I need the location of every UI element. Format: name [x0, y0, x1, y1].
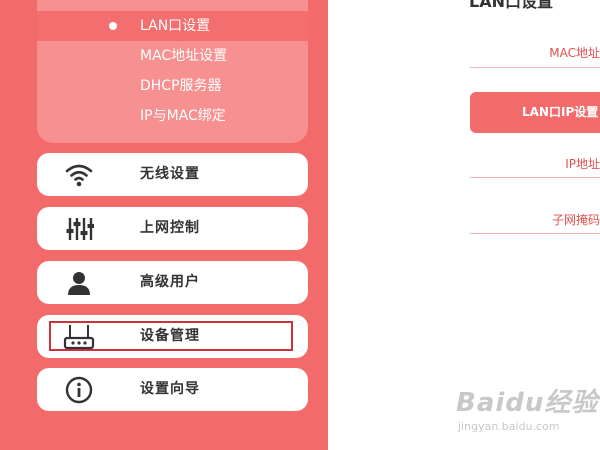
submenu-item-wan[interactable]: WAN口设置: [37, 0, 308, 10]
sidebar: WAN口设置 LAN口设置 MAC地址设置 DHCP服务器 IP与MAC绑定 无…: [0, 0, 328, 450]
sliders-icon: [63, 214, 95, 244]
submenu-item-lan[interactable]: LAN口设置: [37, 11, 308, 41]
submenu-item-label: LAN口设置: [140, 18, 211, 34]
info-icon: [63, 375, 95, 405]
router-icon: [63, 322, 95, 352]
menu-item-label: 设备管理: [140, 328, 200, 344]
baidu-watermark: Baidu经验 jingyan.baidu.com: [456, 382, 599, 433]
watermark-url: jingyan.baidu.com: [458, 420, 560, 433]
submenu-item-ip-mac-bind[interactable]: IP与MAC绑定: [37, 101, 308, 131]
mac-address-label: MAC地址: [549, 46, 600, 60]
menu-item-label: 高级用户: [140, 274, 200, 290]
divider: [470, 177, 600, 178]
menu-item-label: 无线设置: [140, 166, 200, 182]
menu-item-setup-wizard[interactable]: 设置向导: [37, 368, 308, 411]
submenu-item-dhcp[interactable]: DHCP服务器: [37, 71, 308, 101]
user-icon: [63, 268, 95, 298]
lan-ip-settings-button[interactable]: LAN口IP设置: [470, 92, 600, 133]
submenu-item-label: MAC地址设置: [140, 48, 228, 64]
menu-item-access-control[interactable]: 上网控制: [37, 207, 308, 250]
submenu-item-label: IP与MAC绑定: [140, 108, 226, 124]
submenu-item-mac[interactable]: MAC地址设置: [37, 41, 308, 71]
menu-item-wireless[interactable]: 无线设置: [37, 153, 308, 196]
submenu-network: WAN口设置 LAN口设置 MAC地址设置 DHCP服务器 IP与MAC绑定: [37, 0, 308, 143]
watermark-brand: Baidu经验: [456, 388, 599, 418]
submenu-item-label: DHCP服务器: [140, 78, 222, 94]
ip-address-label: IP地址: [565, 157, 600, 171]
lan-ip-settings-label: LAN口IP设置: [522, 105, 599, 119]
menu-item-device-management[interactable]: 设备管理: [37, 315, 308, 358]
submenu-item-label: WAN口设置: [140, 0, 215, 10]
menu-item-advanced-user[interactable]: 高级用户: [37, 261, 308, 304]
divider: [470, 67, 600, 68]
wifi-icon: [63, 160, 95, 190]
menu-item-label: 上网控制: [140, 220, 200, 236]
page-title: LAN口设置: [469, 0, 553, 11]
active-dot-icon: [109, 22, 117, 30]
menu-item-label: 设置向导: [140, 381, 200, 397]
divider: [470, 233, 600, 234]
subnet-mask-label: 子网掩码: [551, 213, 600, 227]
